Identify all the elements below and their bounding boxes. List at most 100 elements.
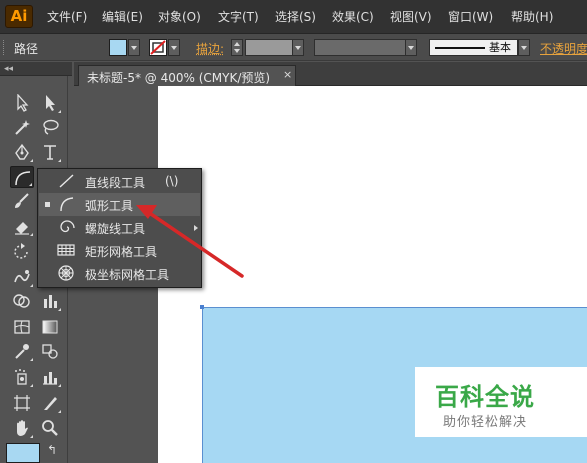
symbol-sprayer-tool[interactable] <box>10 366 34 388</box>
lasso-tool[interactable] <box>38 116 62 138</box>
selection-tool[interactable] <box>10 92 34 114</box>
rectangular-grid-icon <box>57 244 75 256</box>
rotate-icon <box>14 243 28 259</box>
variable-width-dropdown[interactable] <box>405 39 417 56</box>
eraser-icon <box>15 222 29 235</box>
zoom-icon <box>42 420 58 436</box>
pen-tool[interactable] <box>10 141 34 163</box>
brush-dropdown[interactable] <box>518 39 530 56</box>
column-graph-tool[interactable] <box>38 366 62 388</box>
watermark-subtitle: 助你轻松解决 <box>442 415 527 430</box>
selection-arrow-icon <box>17 94 29 112</box>
menu-item-label: 矩形网格工具 <box>85 245 158 259</box>
graph-tool[interactable] <box>38 290 62 312</box>
slice-knife-icon <box>44 397 57 410</box>
swap-colors-icon[interactable]: ↰ <box>47 443 57 457</box>
brush-label: 基本 <box>489 41 511 54</box>
menu-item-label: 直线段工具 <box>85 176 146 190</box>
hand-tool[interactable] <box>10 417 34 439</box>
menu-effect[interactable]: 效果(C) <box>332 9 374 25</box>
panel-grip[interactable] <box>3 40 6 55</box>
type-t-icon <box>44 145 56 160</box>
bar-graph-icon <box>44 295 57 308</box>
mesh-icon <box>14 320 30 334</box>
hand-icon <box>17 420 28 436</box>
line-segment-tool-group[interactable] <box>10 166 34 188</box>
shaper-tool[interactable] <box>10 215 34 237</box>
tearoff-arrow-icon[interactable] <box>194 225 198 231</box>
rectangular-grid-tool-item[interactable]: 矩形网格工具 <box>39 239 200 262</box>
menu-item-label: 弧形工具 <box>85 199 134 213</box>
fill-dropdown[interactable] <box>128 39 140 56</box>
mesh-tool[interactable] <box>10 316 34 338</box>
menu-file[interactable]: 文件(F) <box>47 9 87 25</box>
menu-edit[interactable]: 编辑(E) <box>102 9 143 25</box>
brush-definition[interactable]: 基本 <box>429 39 518 56</box>
no-stroke-icon <box>150 40 166 55</box>
magic-wand-icon <box>15 120 30 135</box>
line-segment-icon <box>59 174 74 188</box>
arc-tool-item[interactable]: 弧形工具 <box>39 193 200 216</box>
current-tool-marker <box>45 202 50 207</box>
artboard-icon <box>14 395 30 411</box>
menu-select[interactable]: 选择(S) <box>275 9 316 25</box>
selection-type-label: 路径 <box>14 42 39 56</box>
close-icon[interactable]: × <box>283 68 292 81</box>
warp-tool[interactable] <box>10 266 34 288</box>
stroke-swatch[interactable] <box>149 39 167 56</box>
collapse-icon[interactable]: ◂◂ <box>4 63 13 75</box>
opacity-label[interactable]: 不透明度 <box>540 40 587 57</box>
paintbrush-tool[interactable] <box>10 190 34 212</box>
stroke-weight-stepper[interactable] <box>231 39 243 56</box>
stroke-label[interactable]: 描边: <box>196 40 224 57</box>
menu-object[interactable]: 对象(O) <box>158 9 201 25</box>
shape-builder-tool[interactable] <box>10 290 34 312</box>
menu-item-label: 极坐标网格工具 <box>85 268 170 282</box>
gradient-icon <box>42 320 58 334</box>
stroke-dropdown[interactable] <box>168 39 180 56</box>
menu-type[interactable]: 文字(T) <box>218 9 259 25</box>
menu-view[interactable]: 视图(V) <box>390 9 432 25</box>
document-tab[interactable]: 未标题-5* @ 400% (CMYK/预览) × <box>78 65 296 86</box>
brush-stroke-preview <box>435 47 485 49</box>
menu-bar: Ai 文件(F) 编辑(E) 对象(O) 文字(T) 选择(S) 效果(C) 视… <box>0 0 587 34</box>
blend-icon <box>42 344 58 359</box>
spiral-tool-item[interactable]: 螺旋线工具 <box>39 216 200 239</box>
spiral-icon <box>60 220 75 233</box>
polar-grid-tool-item[interactable]: 极坐标网格工具 <box>39 262 200 285</box>
artboard-tool[interactable] <box>10 392 34 414</box>
direct-selection-tool[interactable] <box>38 92 62 114</box>
column-graph-icon <box>43 372 57 385</box>
menu-item-label: 螺旋线工具 <box>85 222 146 236</box>
stroke-weight-field[interactable] <box>245 39 293 56</box>
line-segment-tool-item[interactable]: 直线段工具 (\) <box>39 170 200 193</box>
document-tab-title: 未标题-5* @ 400% (CMYK/预览) <box>87 71 271 85</box>
zoom-tool[interactable] <box>38 417 62 439</box>
blend-tool[interactable] <box>38 340 62 362</box>
stroke-weight-dropdown[interactable] <box>292 39 304 56</box>
warp-icon <box>14 270 30 283</box>
tools-panel-header[interactable]: ◂◂ <box>0 62 72 76</box>
direct-selection-icon <box>46 95 55 111</box>
anchor-point[interactable] <box>200 305 204 309</box>
fill-swatch[interactable] <box>109 39 127 56</box>
arc-icon <box>60 197 74 212</box>
magic-wand-tool[interactable] <box>10 116 34 138</box>
shape-builder-icon <box>13 294 30 308</box>
menu-window[interactable]: 窗口(W) <box>448 9 493 25</box>
slice-tool[interactable] <box>38 392 62 414</box>
paintbrush-icon <box>15 193 29 208</box>
document-tab-strip: 未标题-5* @ 400% (CMYK/预览) × <box>74 62 587 86</box>
gradient-tool[interactable] <box>38 316 62 338</box>
variable-width-profile[interactable] <box>314 39 406 56</box>
eyedropper-tool[interactable] <box>10 340 34 362</box>
fill-color-swatch[interactable] <box>6 443 40 463</box>
type-tool[interactable] <box>38 141 62 163</box>
rotate-tool[interactable] <box>10 241 34 263</box>
pen-nib-icon <box>15 143 29 160</box>
watermark-title: 百科全说 <box>435 383 535 411</box>
line-tools-flyout: 直线段工具 (\) 弧形工具 螺旋线工具 矩形网格工具 极坐标网格工具 <box>37 168 202 288</box>
eyedropper-icon <box>15 344 29 359</box>
menu-help[interactable]: 帮助(H) <box>511 9 553 25</box>
watermark: 百科全说 助你轻松解决 <box>415 367 587 437</box>
